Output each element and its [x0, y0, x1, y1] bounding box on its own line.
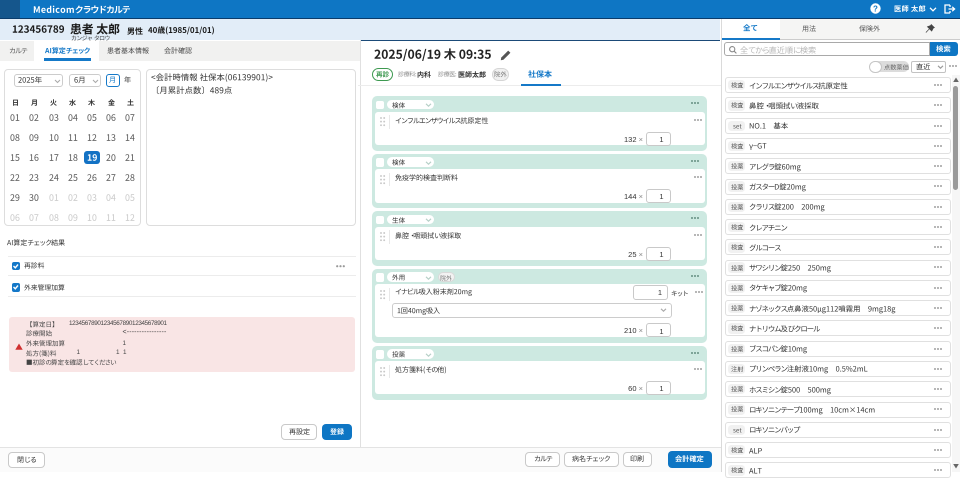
svg-text:?: ? — [873, 5, 878, 14]
